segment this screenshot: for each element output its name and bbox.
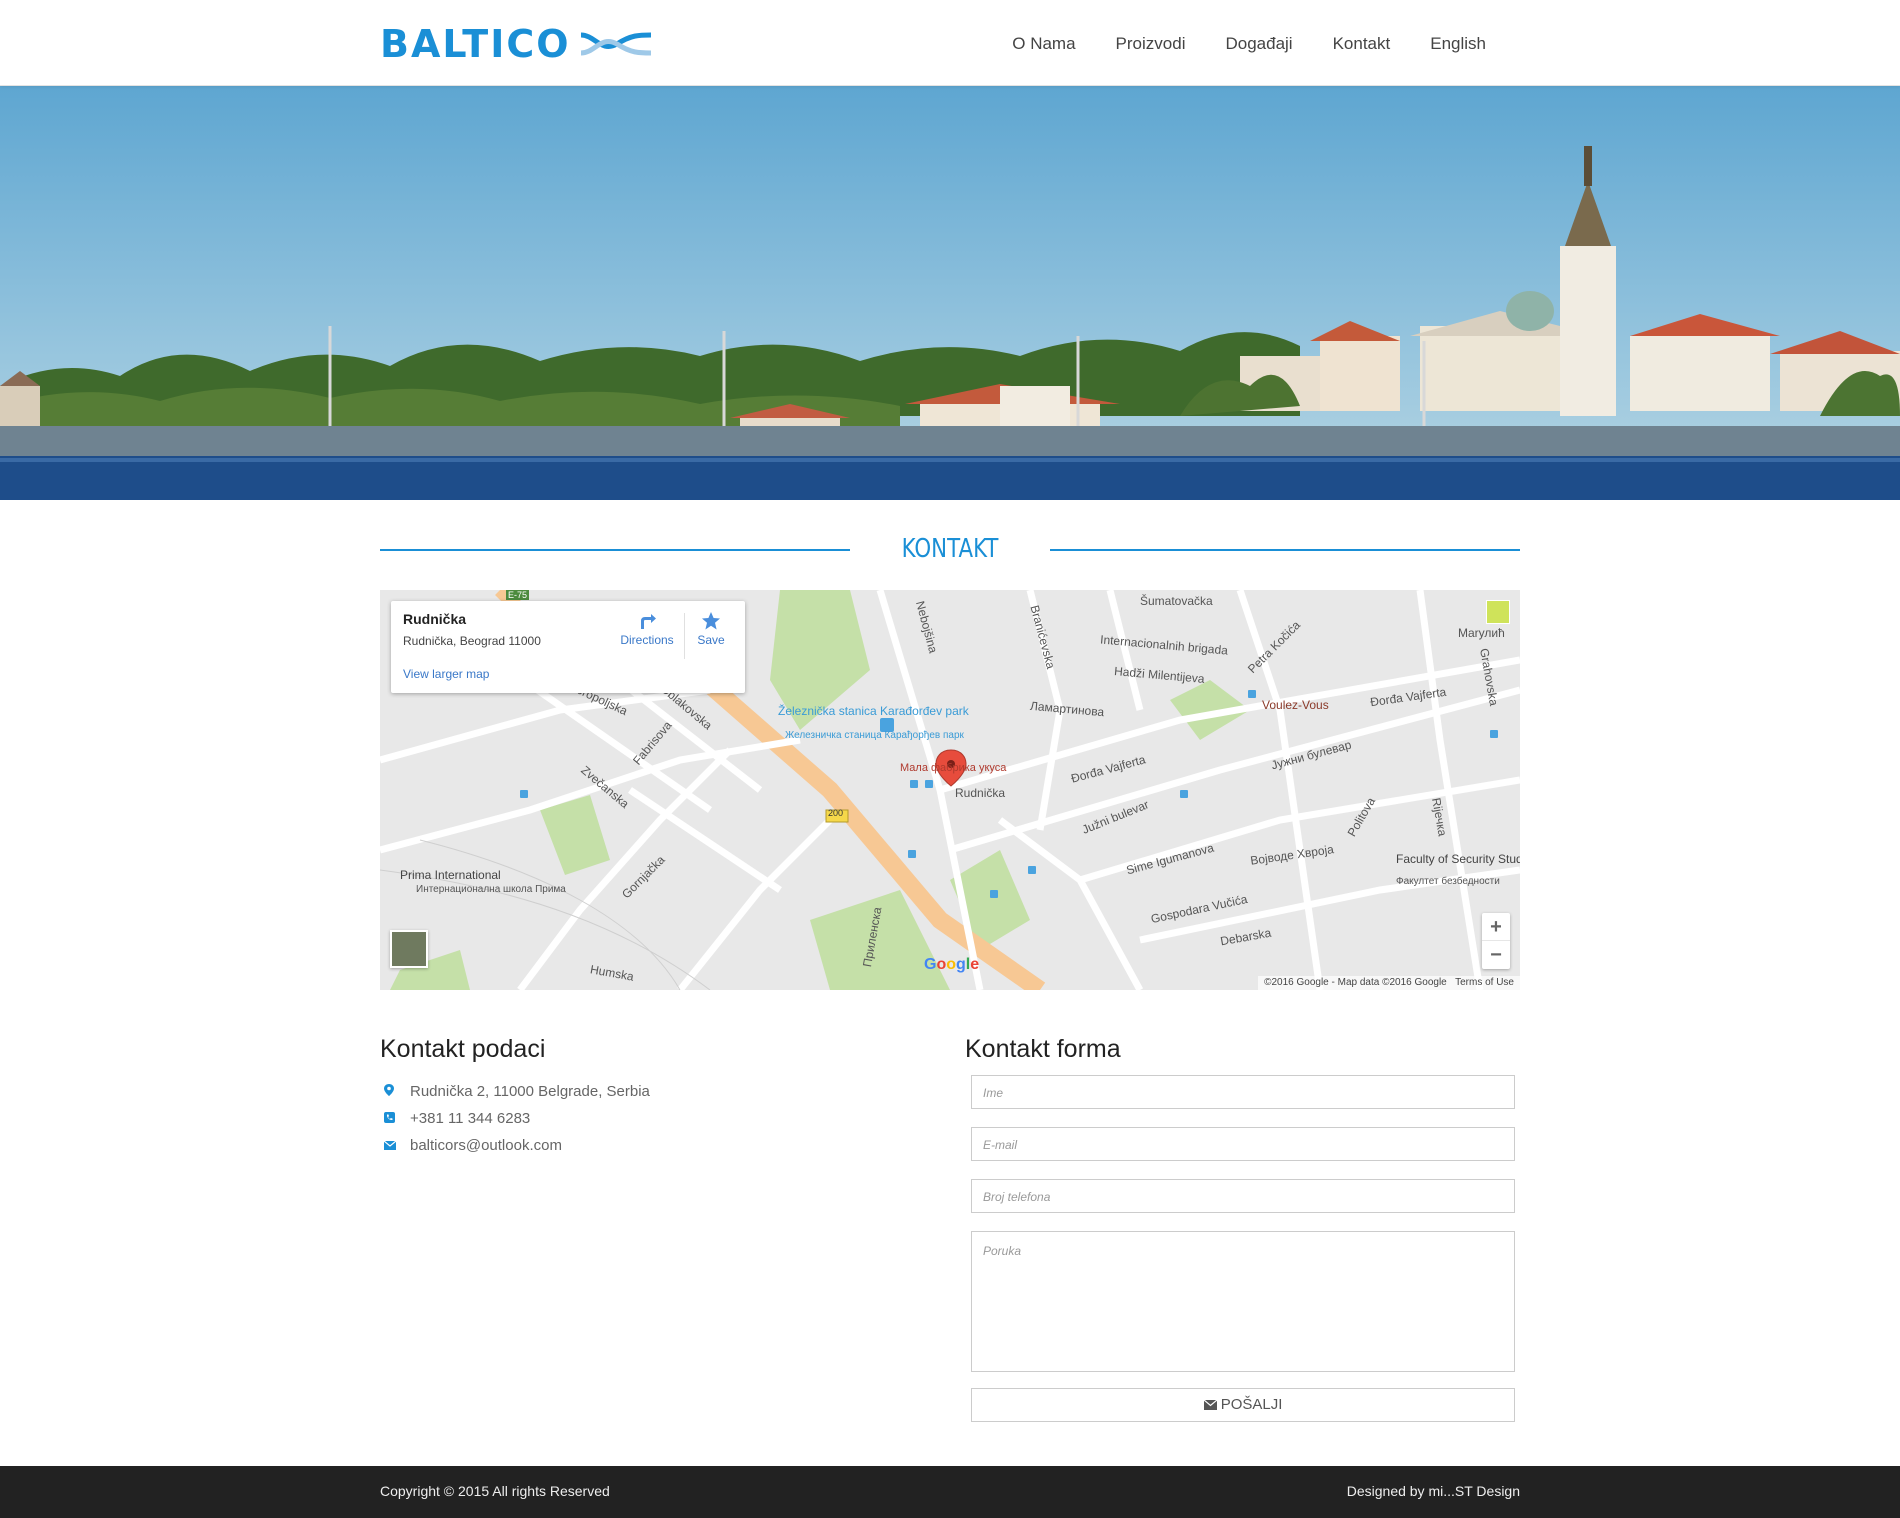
phone-text[interactable]: +381 11 344 6283 [410, 1110, 530, 1127]
save-label: Save [697, 633, 725, 647]
contact-form-title: Kontakt forma [965, 1035, 1121, 1063]
phone-row: +381 11 344 6283 [380, 1105, 940, 1132]
map-label: Voulez-Vous [1262, 698, 1329, 712]
map-route-badge: 200 [828, 808, 844, 818]
map-place-name: Rudnička [403, 611, 467, 627]
map-label: Železnička stanica Karađorđev park [778, 704, 969, 718]
email-text[interactable]: balticors@outlook.com [410, 1137, 562, 1154]
designer-credit[interactable]: Designed by mi...ST Design [1347, 1483, 1520, 1499]
map-label: Šumatovačka [1140, 594, 1213, 608]
address-text: Rudnička 2, 11000 Belgrade, Serbia [410, 1083, 650, 1100]
email-row: balticors@outlook.com [380, 1132, 940, 1159]
view-larger-map-link[interactable]: View larger map [403, 667, 489, 681]
directions-icon [641, 614, 656, 629]
map-place-address: Rudnička, Beograd 11000 [403, 634, 541, 648]
nav-proizvodi[interactable]: Proizvodi [1116, 31, 1186, 57]
directions-button[interactable]: Directions [617, 611, 677, 647]
section-header: KONTAKT [380, 530, 1520, 570]
save-button[interactable]: Save [691, 611, 731, 647]
map-copyright: ©2016 Google - Map data ©2016 Google [1264, 977, 1447, 988]
logo-text: BALTICO [380, 22, 571, 66]
star-icon [702, 612, 720, 630]
phone-input[interactable]: Broj telefona [971, 1179, 1515, 1213]
nav-english[interactable]: English [1430, 31, 1486, 57]
main-nav: O Nama Proizvodi Događaji Kontakt Englis… [972, 31, 1486, 57]
logo[interactable]: BALTICO [380, 22, 653, 66]
zoom-in-button[interactable]: + [1482, 913, 1510, 941]
envelope-icon [1203, 1399, 1217, 1410]
message-textarea[interactable]: Poruka [971, 1231, 1515, 1372]
envelope-icon [380, 1138, 410, 1153]
email-input[interactable]: E-mail [971, 1127, 1515, 1161]
map-pin-icon [380, 1084, 410, 1099]
title-divider-right [1050, 549, 1520, 551]
map-label: Факултет безбедности [1396, 876, 1500, 887]
site-footer: Copyright © 2015 All rights Reserved Des… [0, 1466, 1900, 1518]
map-label: Железничка станица Карађорђев парк [785, 730, 964, 741]
address-row: Rudnička 2, 11000 Belgrade, Serbia [380, 1078, 940, 1105]
copyright-text: Copyright © 2015 All rights Reserved [380, 1483, 610, 1499]
nav-kontakt[interactable]: Kontakt [1333, 31, 1391, 57]
map-label: Marулић [1458, 626, 1505, 640]
title-divider-left [380, 549, 850, 551]
map-attribution: ©2016 Google - Map data ©2016 Google Ter… [1258, 976, 1520, 990]
map-route-badge: E-75 [506, 590, 530, 600]
terms-link[interactable]: Terms of Use [1455, 977, 1514, 988]
map-info-card: Rudnička Rudnička, Beograd 11000 View la… [391, 601, 745, 693]
google-map[interactable]: Šumatovačka Internacionalnih brigada Had… [380, 590, 1520, 990]
map-label: Rudnička [955, 786, 1006, 800]
map-layer-icon[interactable] [1486, 600, 1510, 624]
submit-label: POŠALJI [1220, 1396, 1283, 1413]
map-label: Prima International [400, 868, 501, 882]
map-label: Faculty of Security Studies [1396, 852, 1520, 866]
contact-info-title: Kontakt podaci [380, 1035, 546, 1063]
section-title: KONTAKT [901, 534, 999, 564]
hero-image [0, 86, 1900, 500]
directions-label: Directions [620, 633, 674, 647]
contact-info: Kontakt podaci Rudnička 2, 11000 Belgrad… [380, 1035, 940, 1159]
satellite-toggle[interactable] [390, 930, 428, 968]
card-divider [684, 613, 685, 659]
logo-wave-icon [580, 32, 651, 56]
zoom-out-button[interactable]: − [1482, 941, 1510, 969]
phone-icon [380, 1111, 410, 1126]
name-input[interactable]: Ime [971, 1075, 1515, 1109]
contact-form: Kontakt forma Ime E-mail Broj telefona P… [965, 1035, 1515, 1422]
site-header: BALTICO O Nama Proizvodi Događaji Kontak… [0, 0, 1900, 86]
submit-button[interactable]: POŠALJI [971, 1388, 1515, 1422]
map-label: Мала фабрика укуса [900, 762, 1007, 774]
google-logo: Google [924, 956, 980, 973]
nav-o-nama[interactable]: O Nama [1012, 31, 1075, 57]
map-label: Интернационална школа Прима [416, 884, 566, 895]
zoom-controls: + − [1482, 913, 1510, 969]
nav-dogadjaji[interactable]: Događaji [1225, 31, 1292, 57]
